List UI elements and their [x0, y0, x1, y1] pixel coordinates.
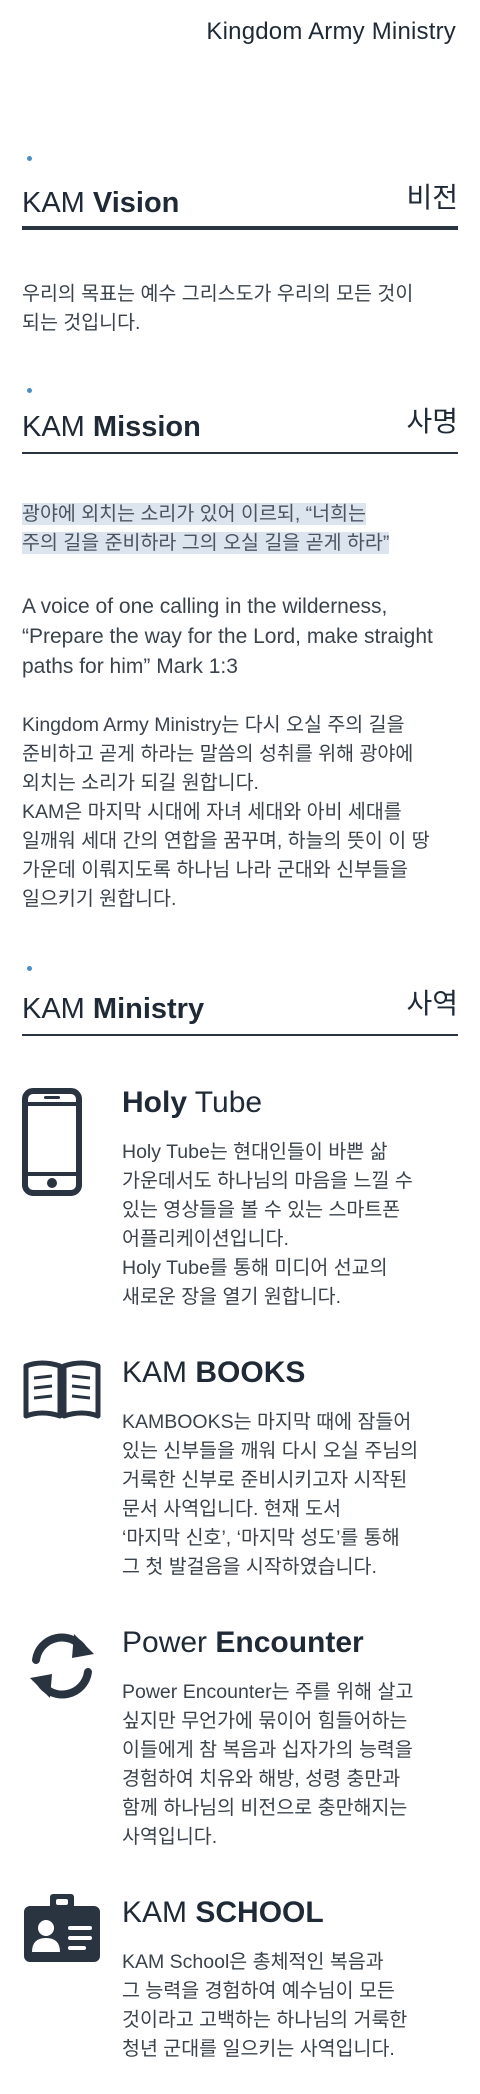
id-badge-icon — [22, 1890, 102, 1966]
ministry-item-description: KAM School은 총체적인 복음과 그 능력을 경험하여 예수님이 모든 … — [122, 1951, 408, 2060]
ministry-title: KAM Ministry — [22, 993, 205, 1025]
mission-body: Kingdom Army Ministry는 다시 오실 주의 길을 준비하고 … — [22, 714, 430, 910]
vision-title-korean: 비전 — [406, 182, 458, 213]
top-bar: Kingdom Army Ministry — [0, 0, 480, 64]
section-divider — [22, 452, 458, 454]
ministry-item-kam-books[interactable]: KAM BOOKS KAMBOOKS는 마지막 때에 잠들어 있는 신부들을 깨… — [22, 1356, 458, 1586]
ministry-item-power-encounter[interactable]: Power Encounter Power Encounter는 주를 위해 살… — [22, 1626, 458, 1856]
ministry-item-holy-tube[interactable]: Holy Tube Holy Tube는 현대인들이 바쁜 삶 가운데서도 하나… — [22, 1086, 458, 1316]
ministry-item-title: Power Encounter — [122, 1626, 364, 1659]
smartphone-icon — [22, 1088, 82, 1198]
accent-dot — [27, 156, 32, 161]
ministry-item-description: Holy Tube는 현대인들이 바쁜 삶 가운데서도 하나님의 마음을 느낄 … — [122, 1141, 413, 1308]
mission-verse-english: A voice of one calling in the wilderness… — [22, 595, 433, 678]
ministry-item-kam-school[interactable]: KAM SCHOOL KAM School은 총체적인 복음과 그 능력을 경험… — [22, 1894, 458, 2076]
mission-verse-highlight: 광야에 외치는 소리가 있어 이르되, “너희는 주의 길을 준비하라 그의 오… — [22, 503, 390, 554]
ministry-item-title: Holy Tube — [122, 1086, 263, 1119]
ministry-item-description: KAMBOOKS는 마지막 때에 잠들어 있는 신부들을 깨워 다시 오실 주님… — [122, 1411, 419, 1578]
sync-arrows-icon — [22, 1628, 102, 1704]
mission-title-korean: 사명 — [406, 406, 458, 437]
vision-title: KAM Vision — [22, 187, 180, 219]
accent-dot — [27, 966, 32, 971]
section-divider — [22, 1034, 458, 1036]
vision-header: KAM Vision 비전 — [22, 156, 458, 230]
page: Kingdom Army Ministry KAM Vision 비전 우리의 … — [0, 0, 480, 2094]
accent-dot — [27, 388, 32, 393]
ministry-header: KAM Ministry 사역 — [22, 966, 458, 1036]
open-book-icon — [22, 1356, 102, 1420]
mission-header: KAM Mission 사명 — [22, 388, 458, 454]
ministry-title-korean: 사역 — [406, 988, 458, 1019]
ministry-item-title: KAM BOOKS — [122, 1356, 306, 1389]
section-divider — [22, 226, 458, 230]
mission-title: KAM Mission — [22, 411, 201, 443]
ministry-item-description: Power Encounter는 주를 위해 살고 싶지만 무언가에 묶이어 힘… — [122, 1681, 414, 1848]
ministry-item-title: KAM SCHOOL — [122, 1896, 324, 1929]
vision-text: 우리의 목표는 예수 그리스도가 우리의 모든 것이 되는 것입니다. — [22, 283, 414, 334]
brand-title[interactable]: Kingdom Army Ministry — [206, 18, 456, 46]
